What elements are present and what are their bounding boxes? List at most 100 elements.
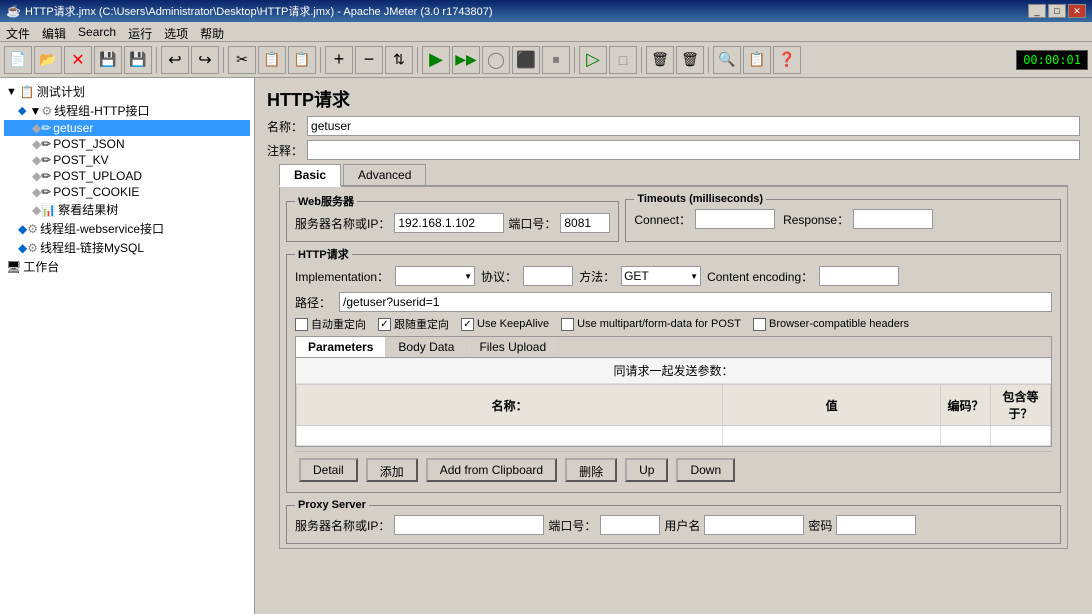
tree-item-test-plan[interactable]: ▼ 📋 测试计划 bbox=[4, 82, 250, 101]
follow-redirect-checkbox[interactable] bbox=[378, 318, 391, 331]
panel-title: HTTP请求 bbox=[255, 78, 1092, 116]
start-no-pause-button[interactable]: ▶▶ bbox=[452, 46, 480, 74]
menu-edit[interactable]: 编辑 bbox=[36, 24, 72, 39]
tree-item-mysql-group[interactable]: ◆ ⚙ 线程组-链接MySQL bbox=[4, 238, 250, 257]
tree-item-post-upload[interactable]: ◆ ✏ POST_UPLOAD bbox=[4, 168, 250, 184]
tree-item-webservice-group[interactable]: ◆ ⚙ 线程组-webservice接口 bbox=[4, 219, 250, 238]
tab-parameters[interactable]: Parameters bbox=[296, 337, 386, 357]
post-upload-icon: ✏ bbox=[41, 169, 51, 183]
method-dropdown[interactable]: GET ▼ bbox=[621, 266, 701, 286]
tree-item-post-kv[interactable]: ◆ ✏ POST_KV bbox=[4, 152, 250, 168]
auto-redirect-checkbox[interactable] bbox=[295, 318, 308, 331]
server-input[interactable] bbox=[394, 213, 504, 233]
method-value: GET bbox=[624, 269, 649, 283]
path-input[interactable] bbox=[339, 292, 1052, 312]
tab-body-data[interactable]: Body Data bbox=[386, 337, 467, 357]
remote-start-button[interactable]: ▷ bbox=[579, 46, 607, 74]
checkbox-row: 自动重定向 跟随重定向 Use KeepAlive bbox=[295, 316, 1052, 332]
down-button[interactable]: Down bbox=[676, 458, 735, 482]
proxy-username-input[interactable] bbox=[704, 515, 804, 535]
stop-button[interactable]: ⬛ bbox=[512, 46, 540, 74]
action-bar: Detail 添加 Add from Clipboard 删除 Up Down bbox=[295, 451, 1052, 488]
view-results-icon: 📊 bbox=[41, 203, 56, 217]
proxy-port-input[interactable] bbox=[600, 515, 660, 535]
comment-row: 注释： bbox=[267, 140, 1080, 160]
open-button[interactable]: 📂 bbox=[34, 46, 62, 74]
port-label: 端口号： bbox=[508, 215, 556, 232]
tab-basic[interactable]: Basic bbox=[279, 164, 341, 187]
menu-file[interactable]: 文件 bbox=[0, 24, 36, 39]
save-as-button[interactable]: 💾 bbox=[124, 46, 152, 74]
up-button[interactable]: Up bbox=[625, 458, 668, 482]
view-results-diamond-icon: ◆ bbox=[32, 203, 41, 217]
redo-button[interactable]: ↪ bbox=[191, 46, 219, 74]
title-bar: ☕ HTTP请求.jmx (C:\Users\Administrator\Des… bbox=[0, 0, 1092, 22]
server-timeouts-row: Web服务器 服务器名称或IP： 端口号： Timeouts (millisec… bbox=[286, 193, 1061, 242]
proxy-password-input[interactable] bbox=[836, 515, 916, 535]
start-button[interactable]: ▶ bbox=[422, 46, 450, 74]
connect-input[interactable] bbox=[695, 209, 775, 229]
tab-advanced[interactable]: Advanced bbox=[343, 164, 426, 185]
tree-item-getuser[interactable]: ◆ ✏ getuser bbox=[4, 120, 250, 136]
new-button[interactable]: 📄 bbox=[4, 46, 32, 74]
copy-button[interactable]: 📋 bbox=[258, 46, 286, 74]
encoding-input[interactable] bbox=[819, 266, 899, 286]
expand-button[interactable]: + bbox=[325, 46, 353, 74]
remote-stop-button[interactable]: □ bbox=[609, 46, 637, 74]
add-clipboard-button[interactable]: Add from Clipboard bbox=[426, 458, 557, 482]
clear-all-button[interactable]: 🗑 bbox=[676, 46, 704, 74]
shutdown-button[interactable]: ⏹ bbox=[542, 46, 570, 74]
help-tb-button[interactable]: ❓ bbox=[773, 46, 801, 74]
delete-button[interactable]: 删除 bbox=[565, 458, 617, 482]
auto-redirect-label: 自动重定向 bbox=[311, 316, 366, 332]
params-table: 名称： 值 编码？ 包含等于？ bbox=[296, 384, 1051, 446]
implementation-dropdown[interactable]: ▼ bbox=[395, 266, 475, 286]
protocol-input[interactable] bbox=[523, 266, 573, 286]
server-label: 服务器名称或IP： bbox=[295, 215, 390, 232]
name-row: 名称： bbox=[267, 116, 1080, 136]
tree-item-workbench[interactable]: 🖥 工作台 bbox=[4, 257, 250, 276]
keepalive-item: Use KeepAlive bbox=[461, 318, 549, 331]
menu-search[interactable]: Search bbox=[72, 24, 122, 39]
detail-button[interactable]: Detail bbox=[299, 458, 358, 482]
toggle-button[interactable]: ⇅ bbox=[385, 46, 413, 74]
clear-button[interactable]: 🗑 bbox=[646, 46, 674, 74]
log-button[interactable]: 📋 bbox=[743, 46, 771, 74]
comment-input[interactable] bbox=[307, 140, 1080, 160]
view-results-label: 察看结果树 bbox=[58, 201, 118, 218]
save-button[interactable]: 💾 bbox=[94, 46, 122, 74]
add-button[interactable]: 添加 bbox=[366, 458, 418, 482]
browser-headers-checkbox[interactable] bbox=[753, 318, 766, 331]
tree-item-view-results[interactable]: ◆ 📊 察看结果树 bbox=[4, 200, 250, 219]
collapse-button[interactable]: − bbox=[355, 46, 383, 74]
close-button-tb[interactable]: ✕ bbox=[64, 46, 92, 74]
undo-button[interactable]: ↩ bbox=[161, 46, 189, 74]
name-input[interactable] bbox=[307, 116, 1080, 136]
tree-item-post-cookie[interactable]: ◆ ✏ POST_COOKIE bbox=[4, 184, 250, 200]
minimize-button[interactable]: _ bbox=[1028, 4, 1046, 18]
proxy-server-input[interactable] bbox=[394, 515, 544, 535]
cell-name bbox=[297, 426, 723, 446]
test-plan-label: 测试计划 bbox=[37, 83, 85, 100]
tree-item-post-json[interactable]: ◆ ✏ POST_JSON bbox=[4, 136, 250, 152]
cell-equals bbox=[991, 426, 1051, 446]
tab-files-upload[interactable]: Files Upload bbox=[467, 337, 559, 357]
close-button[interactable]: ✕ bbox=[1068, 4, 1086, 18]
tree-item-thread-group[interactable]: ◆ ▼ ⚙ 线程组-HTTP接口 bbox=[4, 101, 250, 120]
search-tb-button[interactable]: 🔍 bbox=[713, 46, 741, 74]
menu-options[interactable]: 选项 bbox=[158, 24, 194, 39]
validate-button[interactable]: ◯ bbox=[482, 46, 510, 74]
multipart-checkbox[interactable] bbox=[561, 318, 574, 331]
inner-tabs-section: Parameters Body Data Files Upload 同请求一起发… bbox=[295, 336, 1052, 447]
port-input[interactable] bbox=[560, 213, 610, 233]
response-label: Response： bbox=[783, 211, 849, 228]
paste-button[interactable]: 📋 bbox=[288, 46, 316, 74]
maximize-button[interactable]: □ bbox=[1048, 4, 1066, 18]
cut-button[interactable]: ✂ bbox=[228, 46, 256, 74]
keepalive-checkbox[interactable] bbox=[461, 318, 474, 331]
toolbar: 📄 📂 ✕ 💾 💾 ↩ ↪ ✂ 📋 📋 + − ⇅ ▶ ▶▶ ◯ ⬛ ⏹ ▷ □… bbox=[0, 42, 1092, 78]
menu-help[interactable]: 帮助 bbox=[194, 24, 230, 39]
separator-4 bbox=[417, 47, 418, 73]
menu-run[interactable]: 运行 bbox=[122, 24, 158, 39]
response-input[interactable] bbox=[853, 209, 933, 229]
